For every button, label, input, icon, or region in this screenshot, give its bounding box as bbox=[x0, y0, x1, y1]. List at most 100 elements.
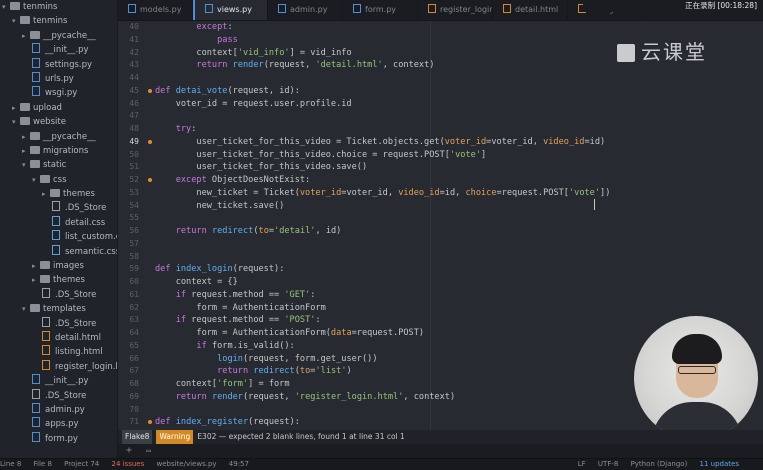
tree-item[interactable]: detail.html bbox=[0, 330, 117, 345]
chevron-right-icon: ▸ bbox=[12, 103, 16, 112]
code-line[interactable]: except: bbox=[155, 21, 755, 34]
tree-item-label: __pycache__ bbox=[43, 131, 96, 142]
code-line[interactable]: new_ticket = Ticket(voter_id=voter_id, v… bbox=[155, 187, 755, 200]
tree-item[interactable]: register_login.html bbox=[0, 359, 117, 374]
code-line[interactable] bbox=[155, 212, 755, 225]
tree-item[interactable]: ▸ migrations bbox=[0, 144, 117, 158]
add-icon[interactable]: + bbox=[126, 445, 132, 456]
tree-item[interactable]: __init__.py bbox=[0, 43, 117, 57]
line-number: 70 bbox=[129, 404, 139, 414]
tab-4[interactable]: register_login bbox=[418, 0, 493, 20]
tree-item-label: semantic.css bbox=[65, 246, 118, 257]
tree-item[interactable]: semantic.css bbox=[0, 244, 118, 259]
file-path[interactable]: website/views.py bbox=[156, 460, 216, 468]
linter-name[interactable]: Flake8 bbox=[122, 430, 153, 444]
file-icon bbox=[42, 316, 50, 327]
file-icon bbox=[428, 4, 436, 13]
code-line[interactable]: def index_login(request): bbox=[155, 263, 755, 276]
tree-item[interactable]: detail.css bbox=[0, 215, 117, 230]
tab-label: form.py bbox=[365, 5, 397, 14]
tree-item[interactable]: __init__.py bbox=[0, 374, 117, 388]
code-line[interactable] bbox=[155, 72, 755, 85]
tree-item[interactable]: ▸ images bbox=[0, 259, 117, 273]
tree-item[interactable]: .DS_Store bbox=[0, 201, 117, 215]
tree-item-label: .DS_Store bbox=[55, 318, 97, 329]
tree-item[interactable]: ▾ tenmins bbox=[0, 14, 117, 28]
tree-item-label: .DS_Store bbox=[65, 203, 107, 214]
tree-item[interactable]: admin.py bbox=[0, 402, 117, 417]
file-icon bbox=[42, 287, 50, 298]
tree-item[interactable]: listing.html bbox=[0, 345, 117, 359]
tree-item-label: templates bbox=[43, 304, 86, 315]
tree-item[interactable]: ▸ __pycache__ bbox=[0, 130, 117, 144]
tree-item[interactable]: ▾ static bbox=[0, 158, 117, 172]
tree-item[interactable]: ▸ themes bbox=[0, 273, 117, 287]
code-line[interactable]: user_ticket_for_this_video = Ticket.obje… bbox=[155, 136, 755, 149]
tree-item[interactable]: ▸ __pycache__ bbox=[0, 29, 117, 43]
code-line[interactable]: context = {} bbox=[155, 276, 755, 289]
line-number: 53 bbox=[129, 187, 139, 197]
code-line[interactable]: new_ticket.save() bbox=[155, 200, 755, 213]
status-bar: Line 8 File 8 Project 74 24 issues websi… bbox=[0, 458, 763, 470]
tree-item[interactable]: urls.py bbox=[0, 71, 117, 86]
status-project-count[interactable]: Project 74 bbox=[64, 460, 99, 468]
line-number: 69 bbox=[129, 391, 139, 401]
tree-item-label: register_login.html bbox=[55, 361, 117, 372]
tree-item[interactable]: list_custom.css bbox=[0, 230, 117, 244]
logo-icon bbox=[617, 44, 635, 62]
line-number: 62 bbox=[129, 302, 139, 312]
code-line[interactable]: except ObjectDoesNotExist: bbox=[155, 174, 755, 187]
folder-icon bbox=[40, 275, 50, 284]
code-line[interactable]: user_ticket_for_this_video.save() bbox=[155, 161, 755, 174]
tree-item[interactable]: .DS_Store bbox=[0, 388, 117, 403]
issues-count[interactable]: 24 issues bbox=[111, 460, 144, 468]
tree-item[interactable]: wsgi.py bbox=[0, 86, 117, 100]
code-line[interactable]: user_ticket_for_this_video.choice = requ… bbox=[155, 149, 755, 162]
code-line[interactable]: if request.method == 'GET': bbox=[155, 289, 755, 302]
linter-panel[interactable]: Flake8 Warning E302 — expected 2 blank lin… bbox=[118, 430, 763, 444]
code-line[interactable]: def detai_vote(request, id): bbox=[155, 85, 755, 98]
text-cursor bbox=[594, 199, 595, 210]
code-line[interactable] bbox=[155, 238, 755, 251]
tab-3[interactable]: form.py bbox=[343, 0, 418, 20]
tree-item-label: migrations bbox=[43, 145, 89, 156]
code-line[interactable]: voter_id = request.user.profile.id bbox=[155, 98, 755, 111]
tab-2[interactable]: admin.py bbox=[268, 0, 343, 20]
tab-label: register_login bbox=[440, 5, 493, 14]
tree-item[interactable]: .DS_Store bbox=[0, 316, 117, 331]
tab-5[interactable]: detail.html bbox=[493, 0, 568, 20]
code-line[interactable]: return redirect(to='detail', id) bbox=[155, 225, 755, 238]
terminal-icon[interactable]: ▭ bbox=[146, 446, 151, 455]
encoding[interactable]: UTF-8 bbox=[598, 460, 618, 468]
file-icon bbox=[52, 230, 60, 241]
tab-label: models.py bbox=[140, 5, 182, 14]
tree-item[interactable]: ▸ upload bbox=[0, 101, 117, 115]
tree-item[interactable]: .DS_Store bbox=[0, 287, 117, 302]
tree-item[interactable]: settings.py bbox=[0, 57, 117, 72]
tree-item[interactable]: form.py bbox=[0, 431, 117, 446]
tree-item[interactable]: ▾ website bbox=[0, 115, 117, 129]
line-ending[interactable]: LF bbox=[578, 460, 586, 468]
tab-0[interactable]: models.py bbox=[118, 0, 193, 20]
file-tree[interactable]: ▾ tenmins ▾ tenmins ▸ __pycache__ __init__.py s… bbox=[0, 0, 118, 458]
code-line[interactable]: try: bbox=[155, 123, 755, 136]
code-line[interactable] bbox=[155, 110, 755, 123]
grammar[interactable]: Python (Django) bbox=[631, 460, 688, 468]
cursor-position[interactable]: 49:57 bbox=[229, 460, 249, 468]
tree-item[interactable]: ▸ themes bbox=[0, 187, 117, 201]
status-line-count[interactable]: Line 8 bbox=[0, 460, 21, 468]
tree-item[interactable]: apps.py bbox=[0, 417, 117, 431]
code-line[interactable]: form = AuthenticationForm bbox=[155, 302, 755, 315]
status-file-count[interactable]: File 8 bbox=[34, 460, 52, 468]
folder-icon bbox=[20, 16, 30, 25]
tree-item[interactable]: ▾ css bbox=[0, 173, 117, 187]
tab-1[interactable]: views.py bbox=[193, 0, 268, 20]
tree-item[interactable]: ▾ templates bbox=[0, 302, 117, 316]
line-number: 57 bbox=[129, 238, 139, 248]
warning-badge[interactable]: Warning bbox=[156, 430, 194, 444]
tree-item[interactable]: ▾ tenmins bbox=[0, 0, 117, 14]
line-number: 43 bbox=[129, 60, 139, 70]
code-line[interactable] bbox=[155, 251, 755, 264]
line-number: 56 bbox=[129, 226, 139, 235]
updates-badge[interactable]: 11 updates bbox=[700, 460, 739, 468]
